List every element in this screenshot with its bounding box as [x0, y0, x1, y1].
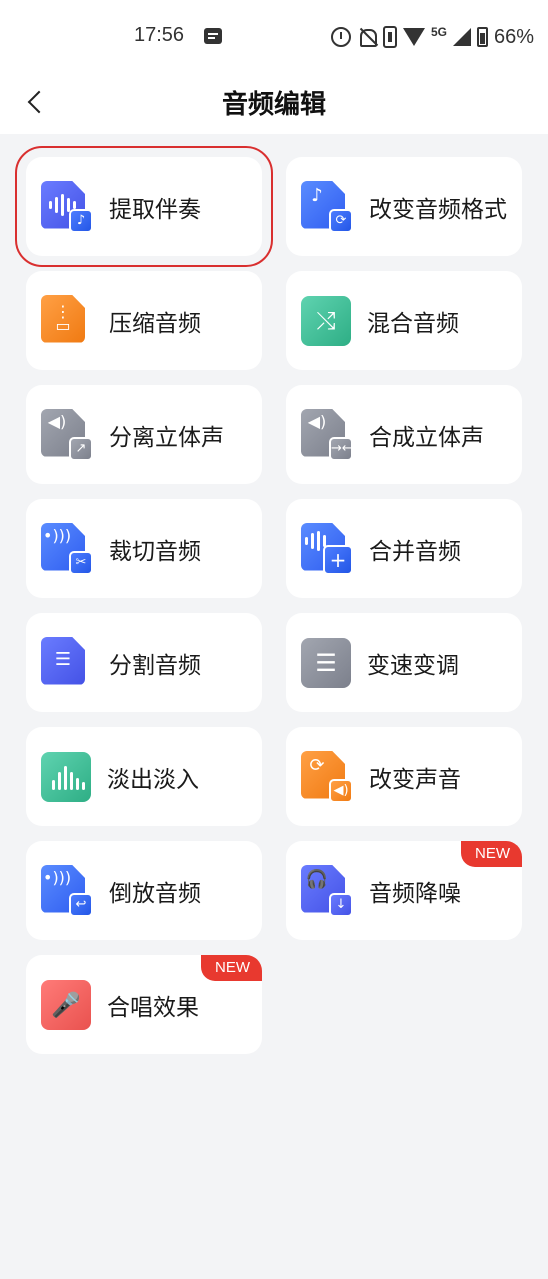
tool-card-mix-audio[interactable]: ⤭ 混合音频 [286, 271, 522, 370]
split-audio-icon: ☰ [41, 636, 93, 689]
wifi-icon [402, 28, 425, 46]
status-icons: 5G 66% [330, 24, 534, 50]
tool-card-compress-audio[interactable]: ⋮ ▭ 压缩音频 [26, 271, 262, 370]
new-badge: NEW [461, 841, 522, 867]
tool-card-merge-audio[interactable]: + 合并音频 [286, 499, 522, 598]
tool-label: 混合音频 [367, 310, 459, 337]
merge-audio-icon: + [301, 522, 353, 575]
tool-card-reverse-audio[interactable]: •))) ↩ 倒放音频 [26, 841, 262, 940]
tool-card-fade[interactable]: 淡出淡入 [26, 727, 262, 826]
tool-label: 变速变调 [367, 652, 459, 679]
tool-label: 改变声音 [369, 766, 461, 793]
status-bar: 17:56 5G 66% [0, 0, 548, 74]
tool-label: 倒放音频 [109, 880, 201, 907]
tool-card-noise-reduction[interactable]: 🎧 ↓ 音频降噪 NEW [286, 841, 522, 940]
tool-label: 压缩音频 [109, 310, 201, 337]
bell-off-icon [357, 27, 377, 47]
tool-label: 合并音频 [369, 538, 461, 565]
tool-label: 裁切音频 [109, 538, 201, 565]
split-stereo-icon: ◀) ↗ [41, 408, 93, 461]
tool-label: 分割音频 [109, 652, 201, 679]
vibrate-icon [382, 26, 397, 48]
tool-card-chorus[interactable]: 🎤 合唱效果 NEW [26, 955, 262, 1054]
tool-card-speed-pitch[interactable]: ☰ 变速变调 [286, 613, 522, 712]
speed-pitch-icon: ☰ [301, 637, 351, 688]
fade-icon [41, 751, 91, 802]
tool-label: 合成立体声 [369, 424, 484, 451]
change-format-icon: ♪ ⟳ [301, 180, 353, 233]
cell-signal-icon [452, 28, 471, 46]
tool-label: 淡出淡入 [107, 766, 199, 793]
tool-card-change-voice[interactable]: ⟳ ◀) 改变声音 [286, 727, 522, 826]
message-notification-icon [204, 28, 222, 44]
battery-percent: 66% [493, 25, 534, 48]
reverse-audio-icon: •))) ↩ [41, 864, 93, 917]
tool-card-change-format[interactable]: ♪ ⟳ 改变音频格式 [286, 157, 522, 256]
new-badge: NEW [201, 955, 262, 981]
tool-card-extract-accompaniment[interactable]: ♪ 提取伴奏 [15, 146, 273, 267]
tool-label: 合唱效果 [107, 994, 199, 1021]
network-type-label: 5G [430, 25, 447, 39]
tool-card-trim-audio[interactable]: •))) ✂ 裁切音频 [26, 499, 262, 598]
extract-accompaniment-icon: ♪ [41, 180, 93, 233]
tool-card-split-stereo[interactable]: ◀) ↗ 分离立体声 [26, 385, 262, 484]
alarm-icon [330, 27, 351, 47]
title-bar: 音频编辑 [0, 74, 548, 134]
tool-label: 改变音频格式 [369, 196, 507, 223]
tool-label: 音频降噪 [369, 880, 461, 907]
tool-label: 分离立体声 [109, 424, 224, 451]
compress-audio-icon: ⋮ ▭ [41, 294, 93, 347]
tool-grid: ♪ 提取伴奏 ♪ ⟳ 改变音频格式 ⋮ ▭ 压缩音频 ⤭ 混合音频 ◀) ↗ 分… [15, 146, 522, 1054]
page-title: 音频编辑 [221, 90, 326, 120]
tool-card-split-audio[interactable]: ☰ 分割音频 [26, 613, 262, 712]
merge-stereo-icon: ◀) →← [301, 408, 353, 461]
trim-audio-icon: •))) ✂ [41, 522, 93, 575]
battery-icon [476, 27, 488, 47]
mix-audio-icon: ⤭ [301, 295, 351, 346]
tool-label: 提取伴奏 [109, 196, 201, 223]
tool-card-merge-stereo[interactable]: ◀) →← 合成立体声 [286, 385, 522, 484]
noise-reduction-icon: 🎧 ↓ [301, 864, 353, 917]
chorus-icon: 🎤 [41, 979, 91, 1030]
change-voice-icon: ⟳ ◀) [301, 750, 353, 803]
status-time: 17:56 [134, 24, 185, 46]
